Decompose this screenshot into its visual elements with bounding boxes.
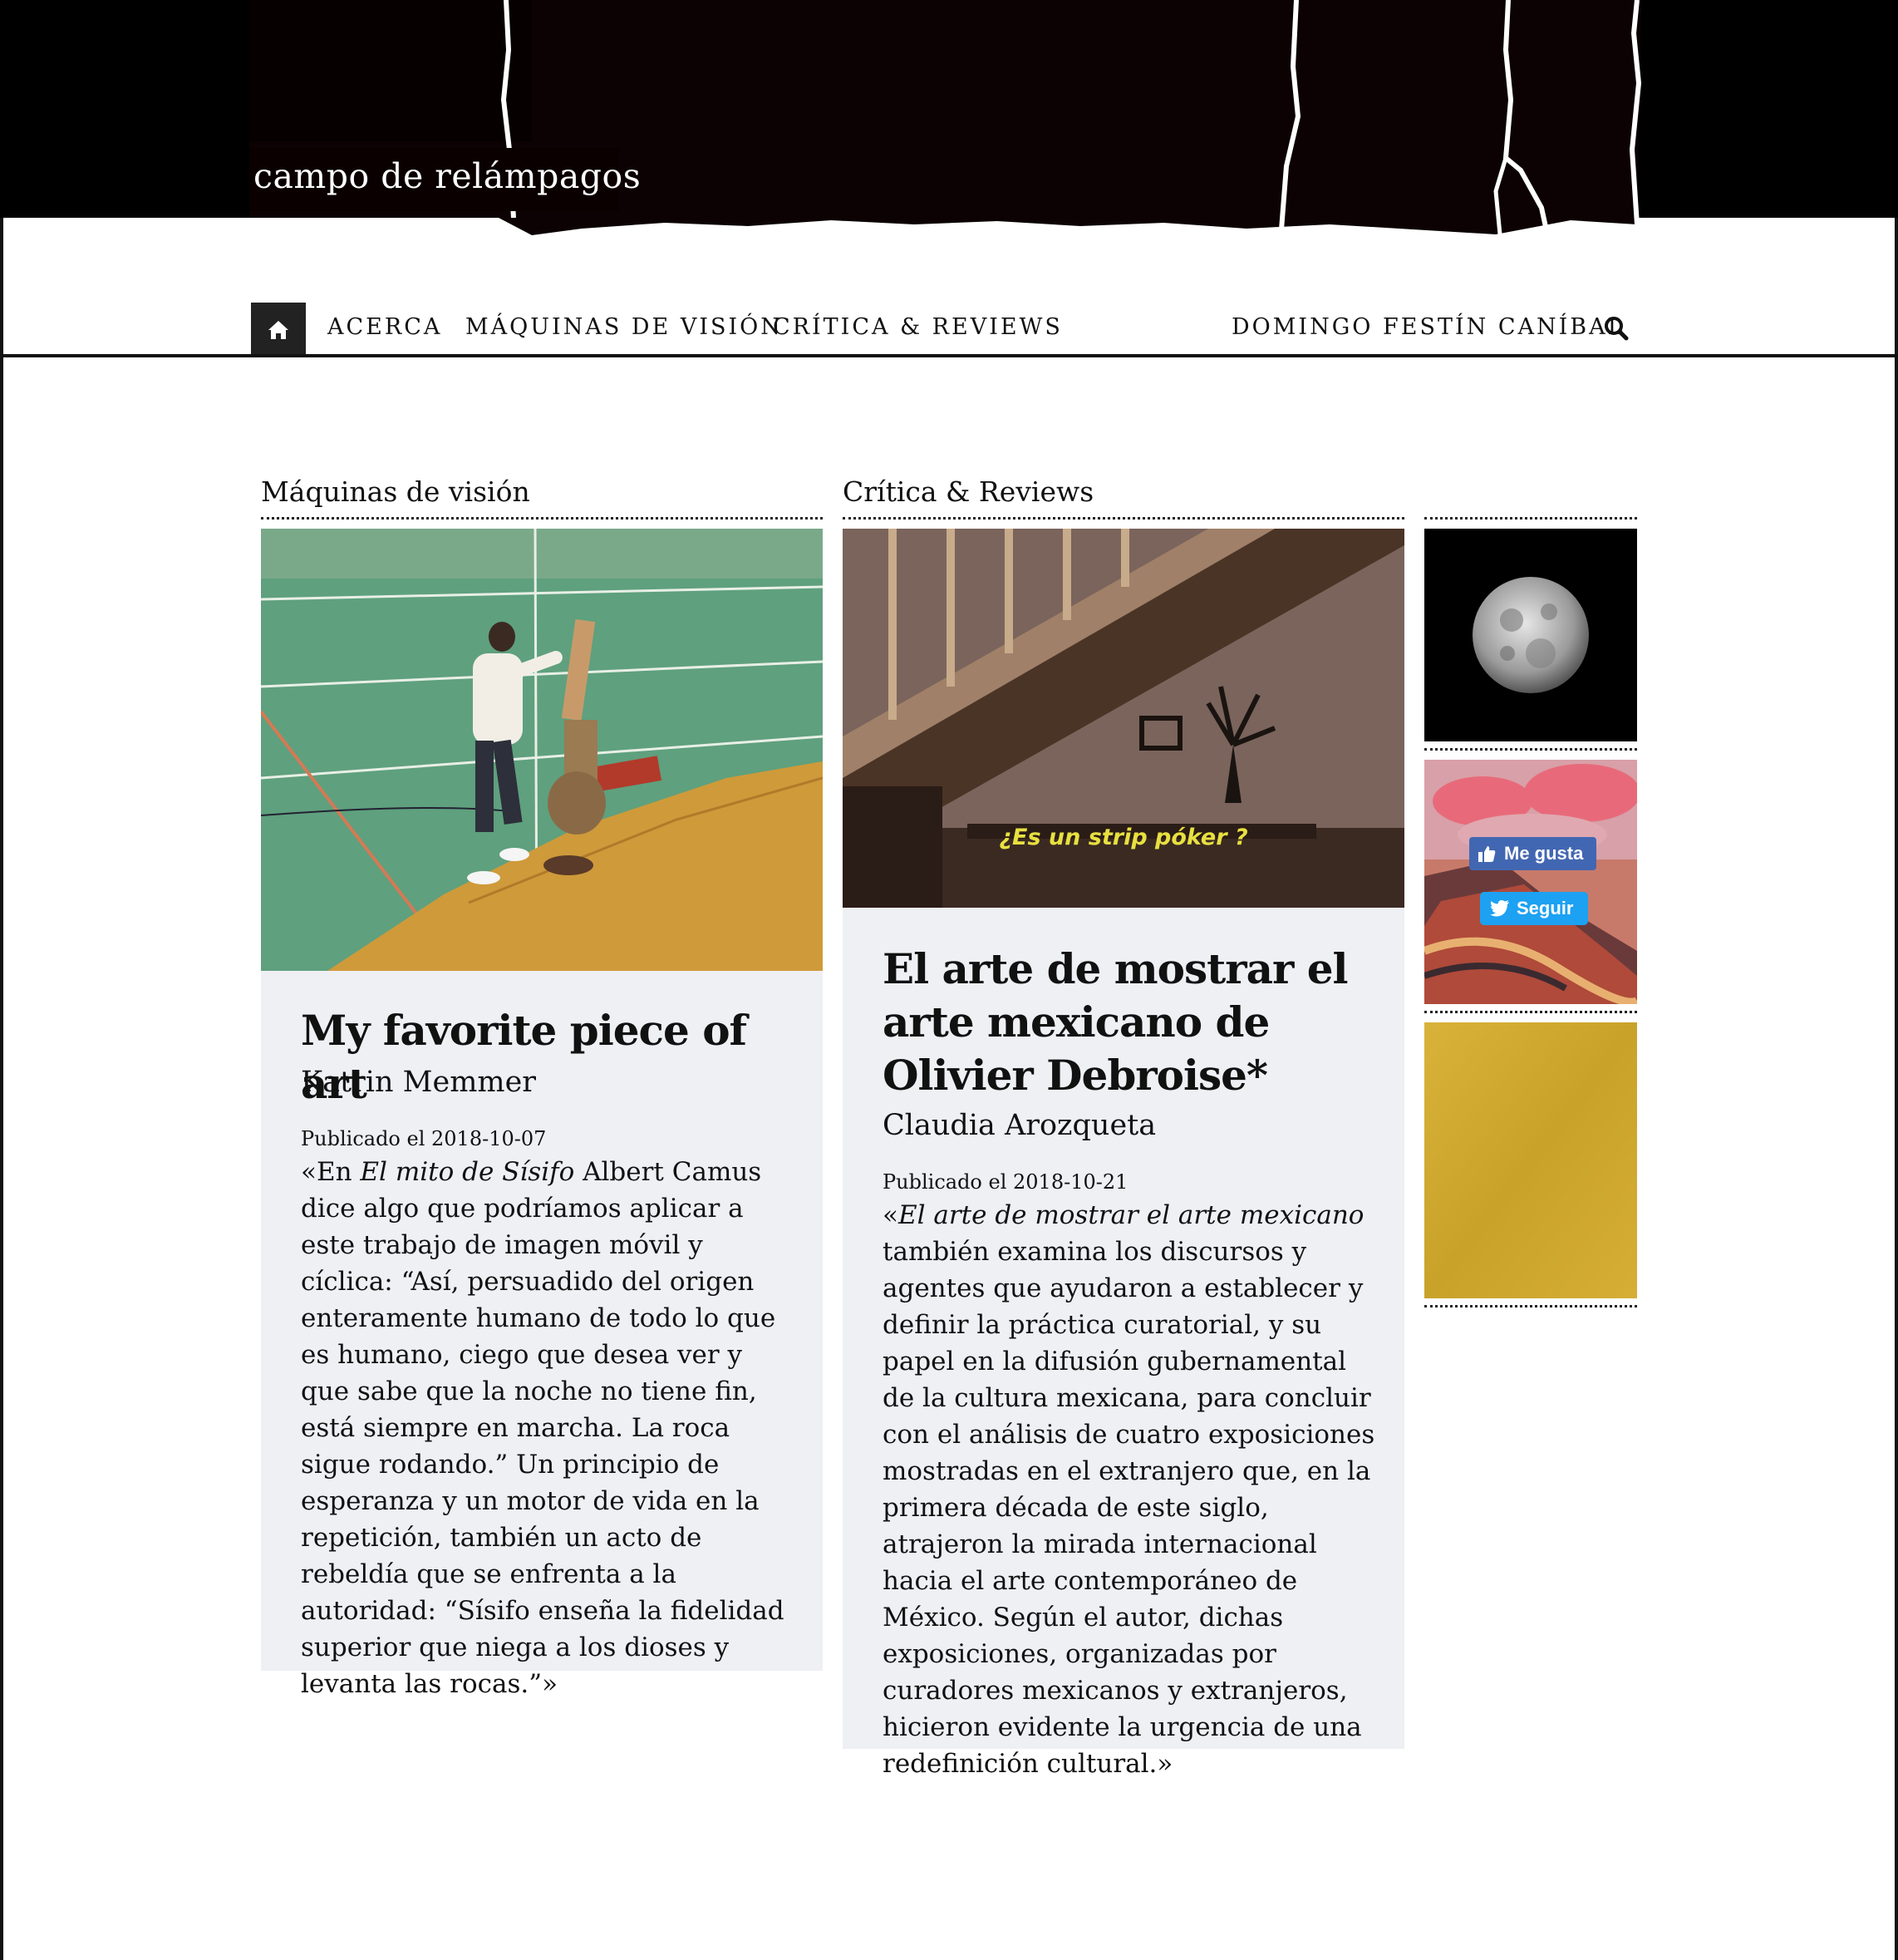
page-frame-right: [1895, 218, 1898, 1960]
section-heading-maquinas[interactable]: Máquinas de visión: [261, 475, 530, 508]
excerpt-prefix: «: [883, 1200, 898, 1230]
twitter-follow-button[interactable]: Seguir: [1480, 892, 1588, 925]
sidebar-social-panel: [1424, 760, 1637, 1004]
facebook-like-button[interactable]: Me gusta: [1469, 837, 1596, 870]
nav-divider: [0, 354, 1898, 357]
sidebar-moon-link[interactable]: [1424, 529, 1637, 741]
excerpt-italic-title: El arte de mostrar el arte mexicano: [897, 1200, 1364, 1230]
excerpt-body: Albert Camus dice algo que podríamos apl…: [301, 1157, 784, 1699]
nav-item-domingo-festin-canibal[interactable]: DOMINGO FESTÍN CANÍBAL: [1232, 314, 1625, 340]
nav-search-button[interactable]: [1604, 316, 1632, 344]
header-banner[interactable]: campo de relámpagos: [0, 0, 1898, 241]
post-excerpt: «El arte de mostrar el arte mexicano tam…: [883, 1197, 1377, 1782]
section-heading-critica[interactable]: Crítica & Reviews: [843, 475, 1094, 508]
post-image-staircase[interactable]: ¿Es un strip póker ?: [843, 529, 1404, 908]
image-subtitle: ¿Es un strip póker ?: [999, 825, 1247, 850]
twitter-bird-icon: [1490, 900, 1509, 917]
nav-item-acerca[interactable]: ACERCA: [327, 314, 442, 340]
post-image-gymnastics[interactable]: [261, 529, 823, 971]
section-divider: [261, 517, 823, 520]
section-divider: [843, 517, 1404, 520]
excerpt-body: también examina los discursos y agentes …: [883, 1237, 1375, 1779]
gold-texture-image: [1424, 1022, 1637, 1298]
twitter-follow-label: Seguir: [1517, 898, 1574, 918]
sidebar-divider: [1424, 748, 1637, 751]
excerpt-italic-title: El mito de Sísifo: [360, 1157, 575, 1187]
staircase-image: ¿Es un strip póker ?: [843, 529, 1404, 908]
post-date: Publicado el 2018-10-21: [883, 1170, 1128, 1194]
home-icon: [268, 321, 288, 339]
site-title[interactable]: campo de relámpagos: [253, 156, 641, 196]
post-author[interactable]: Katrin Memmer: [301, 1066, 536, 1099]
post-excerpt: «En El mito de Sísifo Albert Camus dice …: [301, 1154, 795, 1702]
sidebar-divider: [1424, 1011, 1637, 1013]
nav-item-maquinas-de-vision[interactable]: MÁQUINAS DE VISIÓN: [465, 314, 783, 340]
nav-item-critica-reviews[interactable]: CRÍTICA & REVIEWS: [773, 314, 1063, 340]
page-frame-left: [0, 218, 3, 1960]
moon-image: [1473, 577, 1589, 693]
volcano-painting: [1424, 760, 1637, 1004]
facebook-like-label: Me gusta: [1504, 843, 1584, 864]
post-author[interactable]: Claudia Arozqueta: [883, 1109, 1156, 1142]
sidebar-divider: [1424, 517, 1637, 520]
search-icon: [1605, 317, 1629, 341]
post-title[interactable]: El arte de mostrar el arte mexicano de O…: [883, 943, 1381, 1102]
nav-home-button[interactable]: [251, 303, 306, 357]
thumbs-up-icon: [1478, 846, 1496, 862]
sidebar-gold-link[interactable]: [1424, 1022, 1637, 1298]
gymnastics-image: [261, 529, 823, 971]
excerpt-prefix: «En: [301, 1157, 361, 1187]
banner-artwork: [0, 0, 1898, 235]
sidebar-divider: [1424, 1305, 1637, 1307]
post-date: Publicado el 2018-10-07: [301, 1127, 547, 1150]
